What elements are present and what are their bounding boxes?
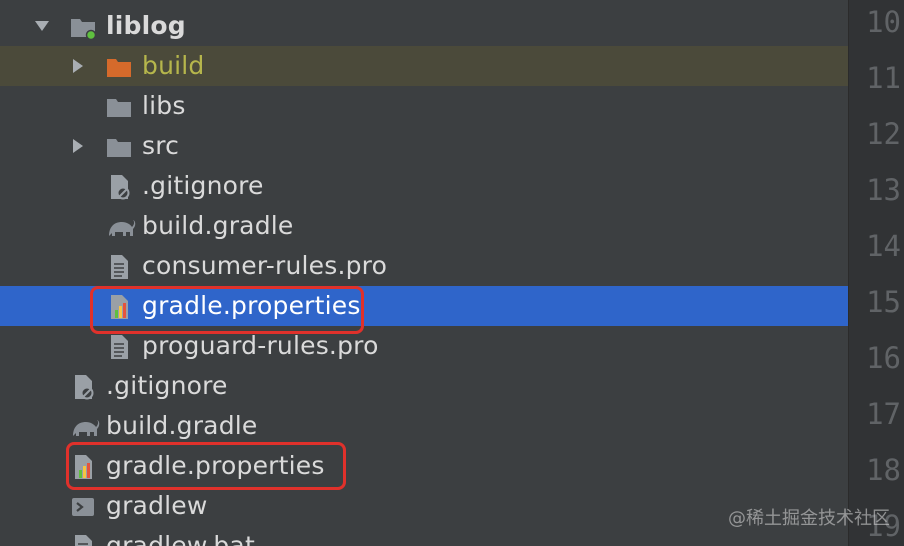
line-number: 12 (866, 117, 901, 151)
tree-item[interactable]: libs (0, 86, 848, 126)
tree-item-label: gradle.properties (106, 451, 325, 480)
folder-icon (106, 134, 132, 160)
tree-item[interactable]: proguard-rules.pro (0, 326, 848, 366)
tree-item-label: src (142, 131, 180, 160)
tree-item[interactable]: gradlew (0, 486, 848, 526)
text-file-icon (70, 534, 96, 546)
tree-item-label: .gitignore (106, 371, 228, 400)
line-number: 16 (866, 341, 901, 375)
gradle-elephant-icon (106, 214, 136, 240)
line-number: 13 (866, 173, 901, 207)
build-folder-icon (106, 54, 132, 80)
tree-item-label: consumer-rules.pro (142, 251, 388, 280)
tree-item-label: liblog (106, 11, 186, 40)
tree-item[interactable]: liblog (0, 6, 848, 46)
expanded-arrow-icon[interactable] (34, 18, 50, 34)
tree-item[interactable]: .gitignore (0, 166, 848, 206)
tree-item-label: gradle.properties (142, 291, 361, 320)
tree-item[interactable]: build.gradle (0, 406, 848, 446)
tree-item-label: gradlew.bat (106, 531, 255, 546)
gitignore-file-icon (70, 374, 96, 400)
tree-item[interactable]: .gitignore (0, 366, 848, 406)
line-number: 15 (866, 285, 901, 319)
tree-item-label: gradlew (106, 491, 208, 520)
line-number: 18 (866, 453, 901, 487)
text-file-icon (106, 254, 132, 280)
line-number-gutter: 10 11 12 13 14 15 16 17 18 19 (848, 0, 904, 546)
tree-item[interactable]: gradle.properties (0, 286, 848, 326)
shell-script-icon (70, 494, 96, 520)
folder-icon (106, 94, 132, 120)
tree-item[interactable]: gradle.properties (0, 446, 848, 486)
collapsed-arrow-icon[interactable] (70, 138, 86, 154)
tree-item[interactable]: src (0, 126, 848, 166)
text-file-icon (106, 334, 132, 360)
tree-item-label: build (142, 51, 205, 80)
tree-item[interactable]: consumer-rules.pro (0, 246, 848, 286)
tree-item-label: build.gradle (142, 211, 294, 240)
line-number: 17 (866, 397, 901, 431)
line-number: 11 (866, 61, 901, 95)
gradle-elephant-icon (70, 414, 100, 440)
properties-file-icon (70, 454, 96, 480)
module-folder-icon (70, 14, 97, 41)
line-number: 10 (866, 5, 901, 39)
tree-item[interactable]: build.gradle (0, 206, 848, 246)
tree-item-label: proguard-rules.pro (142, 331, 379, 360)
tree-item-label: build.gradle (106, 411, 258, 440)
tree-item[interactable]: build (0, 46, 848, 86)
project-tree[interactable]: liblog build libs src .gitignore build.gradle… (0, 0, 848, 546)
tree-item[interactable]: gradlew.bat (0, 526, 848, 546)
collapsed-arrow-icon[interactable] (70, 58, 86, 74)
gitignore-file-icon (106, 174, 132, 200)
line-number: 14 (866, 229, 901, 263)
tree-item-label: libs (142, 91, 186, 120)
watermark: @稀土掘金技术社区 (728, 508, 890, 529)
tree-item-label: .gitignore (142, 171, 264, 200)
properties-file-icon (106, 294, 132, 320)
